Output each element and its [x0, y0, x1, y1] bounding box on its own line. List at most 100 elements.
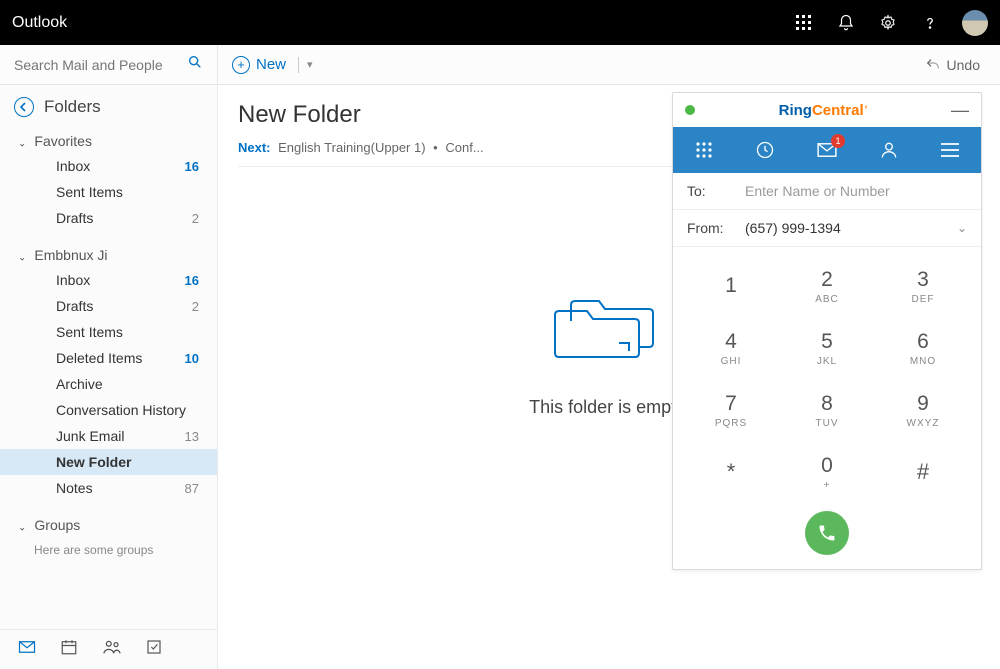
folder-label: New Folder — [56, 454, 131, 470]
history-tab-icon[interactable] — [753, 138, 777, 162]
folder-count: 16 — [185, 273, 199, 288]
folder-item-sent[interactable]: Sent Items — [0, 319, 217, 345]
section-groups[interactable]: ⌃ Groups — [0, 513, 217, 537]
folder-count: 2 — [192, 299, 199, 314]
search-icon[interactable] — [187, 54, 203, 75]
section-mailbox[interactable]: ⌃ Embbnux Ji — [0, 243, 217, 267]
ringcentral-panel: RingCentral' — 1 To: From: (657) 999-139… — [672, 92, 982, 570]
undo-button[interactable]: Undo — [925, 57, 1000, 73]
dial-key-3[interactable]: 3DEF — [875, 255, 971, 317]
folder-item-drafts[interactable]: Drafts2 — [0, 293, 217, 319]
help-icon[interactable] — [920, 13, 940, 33]
dial-key-6[interactable]: 6MNO — [875, 317, 971, 379]
next-label: Next: — [238, 140, 271, 155]
next-event-title: English Training(Upper 1) — [278, 140, 425, 155]
next-event-location: Conf... — [445, 140, 483, 155]
settings-icon[interactable] — [878, 13, 898, 33]
folder-item-deleted[interactable]: Deleted Items10 — [0, 345, 217, 371]
dial-key-letters: GHI — [721, 356, 742, 367]
section-favorites[interactable]: ⌃ Favorites — [0, 129, 217, 153]
folder-item-convhistory[interactable]: Conversation History — [0, 397, 217, 423]
call-button[interactable] — [805, 511, 849, 555]
mail-module-icon[interactable] — [18, 640, 36, 659]
folder-item-junk[interactable]: Junk Email 13 — [0, 423, 217, 449]
dial-key-letters: DEF — [912, 294, 935, 305]
new-button[interactable]: + New ▾ — [218, 56, 327, 74]
rc-to-label: To: — [687, 183, 731, 199]
command-bar: + New ▾ Undo — [0, 45, 1000, 85]
user-avatar[interactable] — [962, 10, 988, 36]
search-box[interactable] — [0, 45, 218, 85]
folder-item-inbox[interactable]: Inbox 16 — [0, 153, 217, 179]
folder-item-archive[interactable]: Archive — [0, 371, 217, 397]
folder-count: 10 — [185, 351, 199, 366]
folder-label: Notes — [56, 480, 93, 496]
calendar-module-icon[interactable] — [60, 638, 78, 661]
rc-to-row: To: — [673, 173, 981, 210]
dial-key-letters: MNO — [910, 356, 936, 367]
presence-available-icon — [685, 105, 695, 115]
folder-count: 13 — [185, 429, 199, 444]
dial-key-4[interactable]: 4GHI — [683, 317, 779, 379]
folder-label: Inbox — [56, 158, 90, 174]
dial-key-number: 0 — [821, 454, 833, 478]
dial-key-0[interactable]: 0+ — [779, 441, 875, 503]
rc-to-input[interactable] — [745, 183, 967, 199]
chevron-up-icon: ⌃ — [18, 250, 26, 261]
notifications-icon[interactable] — [836, 13, 856, 33]
contacts-tab-icon[interactable] — [877, 138, 901, 162]
folder-item-newfolder[interactable]: New Folder — [0, 449, 217, 475]
dial-key-7[interactable]: 7 PQRS — [683, 379, 779, 441]
people-module-icon[interactable] — [102, 639, 122, 660]
empty-folder-icon — [549, 297, 669, 367]
section-label: Embbnux Ji — [34, 247, 107, 263]
folder-label: Conversation History — [56, 402, 186, 418]
app-launcher-icon[interactable] — [794, 13, 814, 33]
minimize-icon[interactable]: — — [951, 101, 969, 119]
dial-key-hash[interactable]: # — [875, 441, 971, 503]
messages-tab-icon[interactable]: 1 — [815, 138, 839, 162]
rc-from-value: (657) 999-1394 — [745, 220, 943, 236]
folder-heading: New Folder — [238, 101, 361, 129]
dial-key-number: 2 — [821, 268, 833, 292]
dial-key-number: 9 — [917, 392, 929, 416]
dial-key-1[interactable]: 1 — [683, 255, 779, 317]
dialpad-tab-icon[interactable] — [692, 138, 716, 162]
folders-header[interactable]: Folders — [0, 85, 217, 123]
ringcentral-logo: RingCentral' — [779, 102, 868, 119]
folder-label: Junk Email — [56, 428, 124, 444]
dial-key-star[interactable]: * — [683, 441, 779, 503]
folder-item-inbox[interactable]: Inbox 16 — [0, 267, 217, 293]
folder-item-sent[interactable]: Sent Items — [0, 179, 217, 205]
hamburger-menu-icon[interactable] — [938, 138, 962, 162]
tasks-module-icon[interactable] — [146, 639, 162, 660]
dial-key-9[interactable]: 9 WXYZ — [875, 379, 971, 441]
dial-key-letters: TUV — [816, 418, 839, 429]
folder-item-drafts[interactable]: Drafts 2 — [0, 205, 217, 231]
empty-text: This folder is empty. — [529, 397, 689, 418]
search-input[interactable] — [14, 57, 174, 73]
section-label: Groups — [34, 517, 80, 533]
chevron-down-icon[interactable]: ▾ — [307, 58, 313, 71]
folder-item-notes[interactable]: Notes 87 — [0, 475, 217, 501]
dial-key-number: 7 — [725, 392, 737, 416]
dial-key-letters: WXYZ — [907, 418, 940, 429]
dial-key-number: 5 — [821, 330, 833, 354]
dial-key-letters: PQRS — [715, 418, 747, 429]
dial-key-5[interactable]: 5JKL — [779, 317, 875, 379]
app-titlebar: Outlook — [0, 0, 1000, 45]
folder-label: Sent Items — [56, 184, 123, 200]
folder-count: 87 — [185, 481, 199, 496]
groups-description: Here are some groups — [0, 537, 217, 565]
chevron-down-icon[interactable]: ⌄ — [957, 221, 967, 235]
folder-label: Archive — [56, 376, 103, 392]
folder-label: Inbox — [56, 272, 90, 288]
dial-key-2[interactable]: 2ABC — [779, 255, 875, 317]
dial-key-8[interactable]: 8TUV — [779, 379, 875, 441]
dial-key-number: * — [727, 459, 736, 485]
rc-from-row[interactable]: From: (657) 999-1394 ⌄ — [673, 210, 981, 247]
plus-circle-icon: + — [232, 56, 250, 74]
back-circle-icon[interactable] — [14, 97, 34, 117]
message-badge: 1 — [831, 134, 845, 148]
folders-title: Folders — [44, 97, 101, 117]
